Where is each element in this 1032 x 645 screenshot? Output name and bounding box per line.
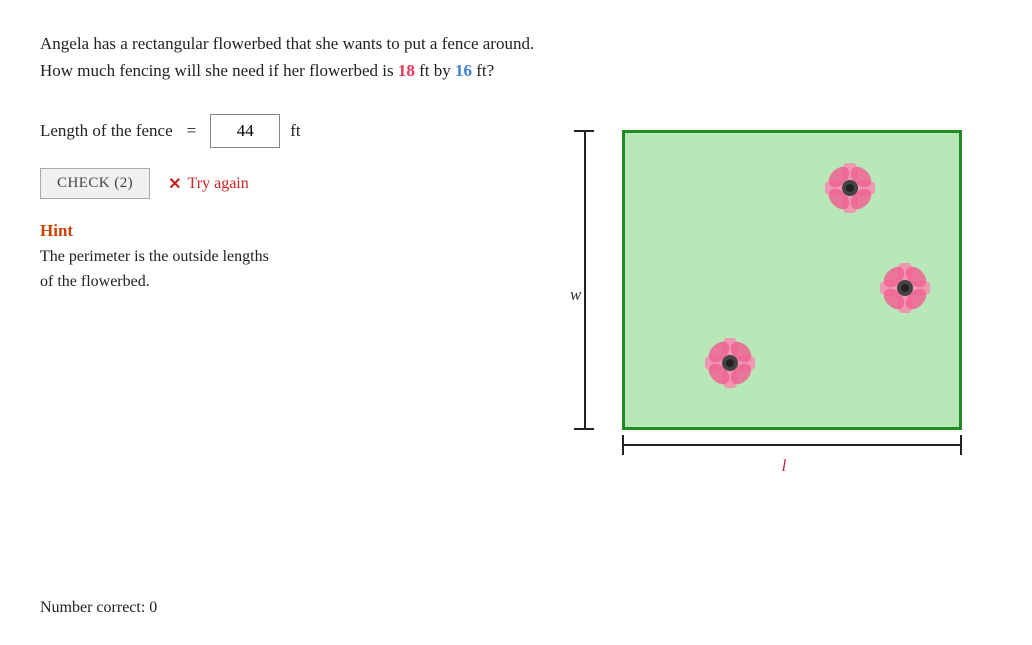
length-hline [622, 444, 962, 446]
diagram-area: w [562, 110, 992, 480]
unit-label: ft [290, 121, 300, 141]
check-button[interactable]: CHECK (2) [40, 168, 150, 199]
question-line1: Angela has a rectangular flowerbed that … [40, 30, 992, 57]
width-value: 16 [455, 61, 472, 80]
flowerbed-rect [622, 130, 962, 430]
question-suffix: ft? [472, 61, 494, 80]
by-text: ft by [415, 61, 455, 80]
question-text: Angela has a rectangular flowerbed that … [40, 30, 992, 84]
length-value: 18 [398, 61, 415, 80]
question-line2: How much fencing will she need if her fl… [40, 57, 992, 84]
fence-label: Length of the fence [40, 121, 173, 141]
w-label: w [570, 285, 581, 305]
equals-sign: = [187, 121, 197, 141]
try-again-label: Try again [188, 175, 249, 193]
page: Angela has a rectangular flowerbed that … [0, 0, 1032, 645]
flower-2 [880, 263, 930, 318]
x-icon: ✕ [168, 174, 181, 194]
try-again-message: ✕ Try again [168, 174, 249, 194]
width-vline [584, 130, 586, 430]
flower-1 [825, 163, 875, 218]
number-correct: Number correct: 0 [40, 599, 157, 617]
question-line2-prefix: How much fencing will she need if her fl… [40, 61, 398, 80]
l-label: l [782, 456, 787, 476]
flower-3 [705, 338, 755, 393]
fence-input[interactable] [210, 114, 280, 148]
